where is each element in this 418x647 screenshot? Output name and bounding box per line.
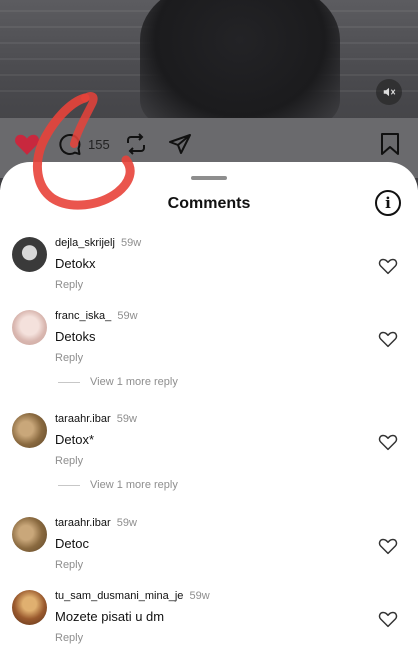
like-comment-icon[interactable]: [378, 433, 398, 451]
comment-item: taraahr.ibar 59w Detox* Reply: [0, 413, 418, 483]
reply-thread-line: [58, 484, 80, 486]
mute-button[interactable]: [376, 79, 402, 105]
comment-timestamp: 59w: [120, 237, 142, 249]
heart-filled-icon: [15, 134, 39, 155]
info-button[interactable]: i: [375, 190, 401, 216]
like-comment-icon[interactable]: [378, 330, 398, 348]
avatar[interactable]: [12, 590, 47, 625]
info-icon: i: [385, 194, 391, 212]
view-more-replies-label: View 1 more reply: [90, 479, 178, 491]
comment-timestamp: 59w: [117, 310, 138, 322]
avatar[interactable]: [12, 310, 47, 345]
comment-timestamp: 59w: [116, 517, 137, 529]
view-more-replies-label: View 1 more reply: [90, 376, 178, 388]
like-comment-icon[interactable]: [378, 257, 398, 275]
comment-username[interactable]: dejla_skrijelj: [55, 237, 115, 249]
comment-item: dejla_skrijelj 59w Detokx Reply: [0, 237, 418, 307]
speaker-muted-icon: [383, 87, 396, 97]
like-button[interactable]: [14, 132, 40, 156]
comment-button[interactable]: [58, 132, 82, 156]
like-comment-icon[interactable]: [378, 610, 398, 628]
like-comment-icon[interactable]: [378, 537, 398, 555]
bookmark-icon: [381, 133, 399, 155]
comment-text: Detoks: [55, 329, 96, 344]
comment-text: Mozete pisati u dm: [55, 609, 165, 624]
sheet-title: Comments: [167, 195, 251, 212]
comment-text: Detox*: [55, 432, 95, 447]
comment-item: taraahr.ibar 59w Detoc Reply: [0, 517, 418, 587]
reply-button[interactable]: Reply: [55, 279, 83, 291]
reply-button[interactable]: Reply: [55, 352, 83, 364]
reply-button[interactable]: Reply: [55, 632, 83, 644]
comment-username[interactable]: tu_sam_dusmani_mina_je: [55, 590, 183, 602]
send-button[interactable]: [168, 132, 192, 156]
comment-username[interactable]: taraahr.ibar: [55, 517, 111, 529]
comment-text: Detokx: [55, 256, 96, 271]
post-subject: [140, 0, 340, 130]
reply-button[interactable]: Reply: [55, 455, 83, 467]
save-button[interactable]: [380, 132, 400, 156]
avatar[interactable]: [12, 237, 47, 272]
comment-username[interactable]: franc_iska_: [55, 310, 111, 322]
view-more-replies[interactable]: View 1 more reply: [58, 376, 178, 388]
paper-plane-icon: [169, 134, 191, 154]
comment-timestamp: 59w: [189, 590, 210, 602]
view-more-replies[interactable]: View 1 more reply: [58, 479, 178, 491]
comment-username[interactable]: taraahr.ibar: [55, 413, 111, 425]
comment-count: 155: [88, 137, 110, 152]
avatar[interactable]: [12, 413, 47, 448]
comment-text: Detoc: [55, 536, 89, 551]
comments-sheet: Comments i dejla_skrijelj 59w Detokx Rep…: [0, 162, 418, 647]
sheet-drag-handle[interactable]: [191, 176, 227, 180]
repost-button[interactable]: [124, 132, 148, 156]
comment-item: franc_iska_ 59w Detoks Reply: [0, 310, 418, 380]
comment-item: tu_sam_dusmani_mina_je 59w Mozete pisati…: [0, 590, 418, 647]
avatar[interactable]: [12, 517, 47, 552]
comment-timestamp: 59w: [116, 413, 137, 425]
reply-button[interactable]: Reply: [55, 559, 83, 571]
speech-bubble-icon: [59, 133, 81, 155]
repost-icon: [127, 133, 145, 155]
reply-thread-line: [58, 381, 80, 383]
